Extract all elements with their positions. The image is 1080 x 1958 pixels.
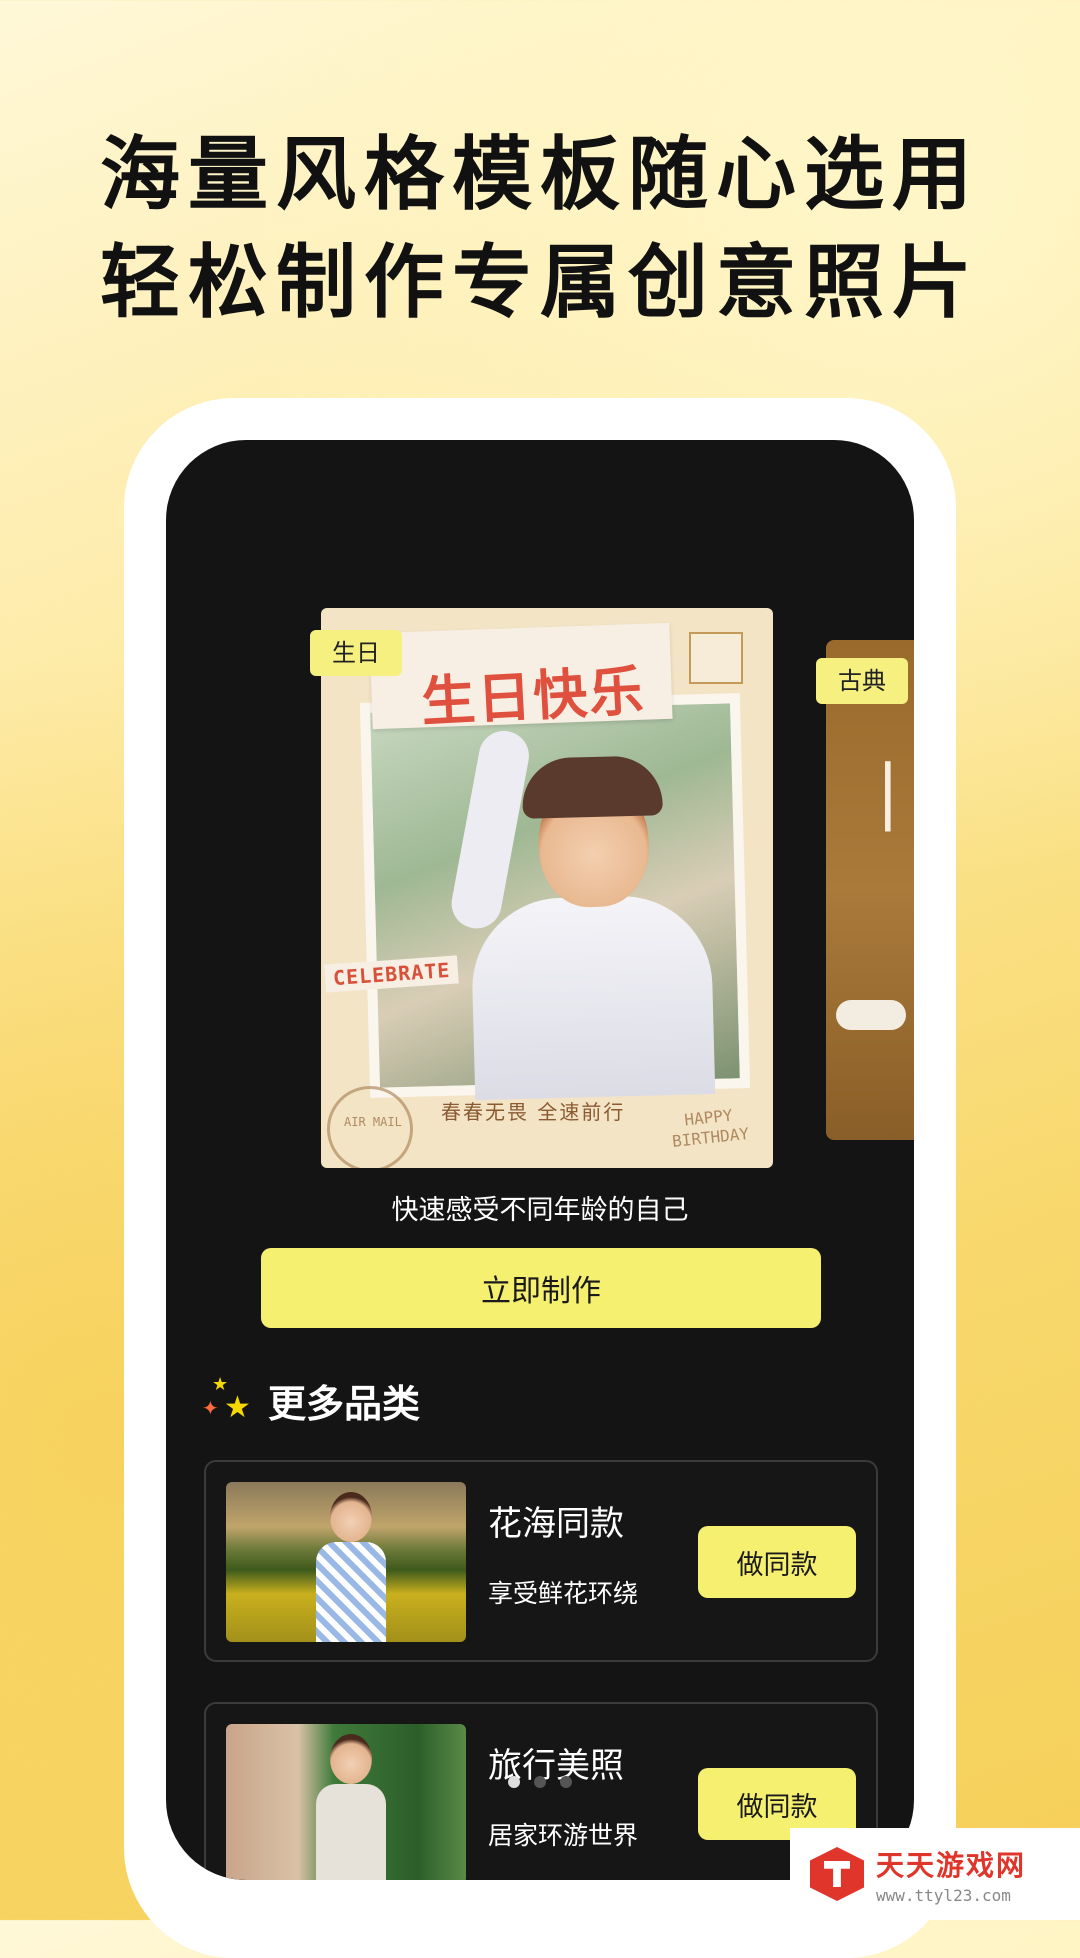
classical-glyph-decoration: |: [876, 750, 900, 832]
birthday-title: 生日快乐: [419, 658, 647, 734]
make-same-button[interactable]: 做同款: [698, 1526, 856, 1598]
site-watermark: 天天游戏网 www.ttyl23.com: [790, 1828, 1080, 1920]
template-card-birthday[interactable]: 生日快乐 CELEBRATE 春春无畏 全速前行 HAPPY BIRTHDAY …: [321, 608, 773, 1168]
carousel-subtitle: 快速感受不同年龄的自己: [391, 1195, 689, 1226]
page-dot[interactable]: [560, 1776, 572, 1788]
thumbnail-person: [316, 1734, 386, 1880]
category-thumbnail: [226, 1482, 466, 1642]
site-logo-icon: [810, 1847, 864, 1901]
person-head: [330, 1734, 372, 1784]
thumbnail-person: [316, 1492, 386, 1642]
more-categories-header: ★ ✦ ★ 更多品类: [202, 1370, 420, 1430]
template-caption: 春春无畏 全速前行: [441, 1100, 626, 1124]
category-item-flower-sea[interactable]: 花海同款 享受鲜花环绕 做同款: [204, 1460, 878, 1662]
page-dot-active[interactable]: [508, 1776, 520, 1788]
cloud-decoration: [836, 1000, 906, 1030]
happy-birthday-note: HAPPY BIRTHDAY: [669, 1104, 750, 1152]
category-name: 花海同款: [488, 1504, 624, 1544]
person-body: [470, 893, 716, 1101]
headline-line-1: 海量风格模板随心选用: [100, 128, 980, 221]
category-description: 居家环游世界: [488, 1821, 639, 1850]
category-description: 享受鲜花环绕: [488, 1579, 639, 1608]
template-card-classical[interactable]: |: [826, 640, 914, 1140]
make-now-button[interactable]: 立即制作: [261, 1248, 821, 1328]
page-dot[interactable]: [534, 1776, 546, 1788]
gift-icon: [689, 632, 743, 684]
sparkle-stars-icon: ★ ✦ ★: [202, 1374, 251, 1425]
watermark-url: www.ttyl23.com: [876, 1885, 1011, 1905]
person-arm: [447, 726, 534, 933]
person-dress: [316, 1784, 386, 1880]
watermark-title: 天天游戏网: [876, 1848, 1027, 1882]
template-photo: [359, 693, 751, 1101]
person-dress: [316, 1542, 386, 1642]
phone-screen: | 古典 生日快乐 CELEBRATE 春春无畏 全速前行 HAPPY BIRT…: [166, 440, 914, 1880]
section-title: 更多品类: [268, 1381, 421, 1426]
category-thumbnail: [226, 1724, 466, 1880]
headline-line-2: 轻松制作专属创意照片: [100, 236, 980, 329]
template-tag-birthday: 生日: [310, 630, 402, 676]
page-indicator: [508, 1776, 572, 1788]
air-mail-stamp: AIR MAIL: [327, 1086, 413, 1168]
person-head: [330, 1492, 372, 1542]
category-item-travel[interactable]: 旅行美照 居家环游世界 做同款: [204, 1702, 878, 1880]
person-cap: [521, 755, 663, 819]
template-tag-classical: 古典: [816, 658, 908, 704]
stamp-text: AIR MAIL: [344, 1115, 402, 1129]
